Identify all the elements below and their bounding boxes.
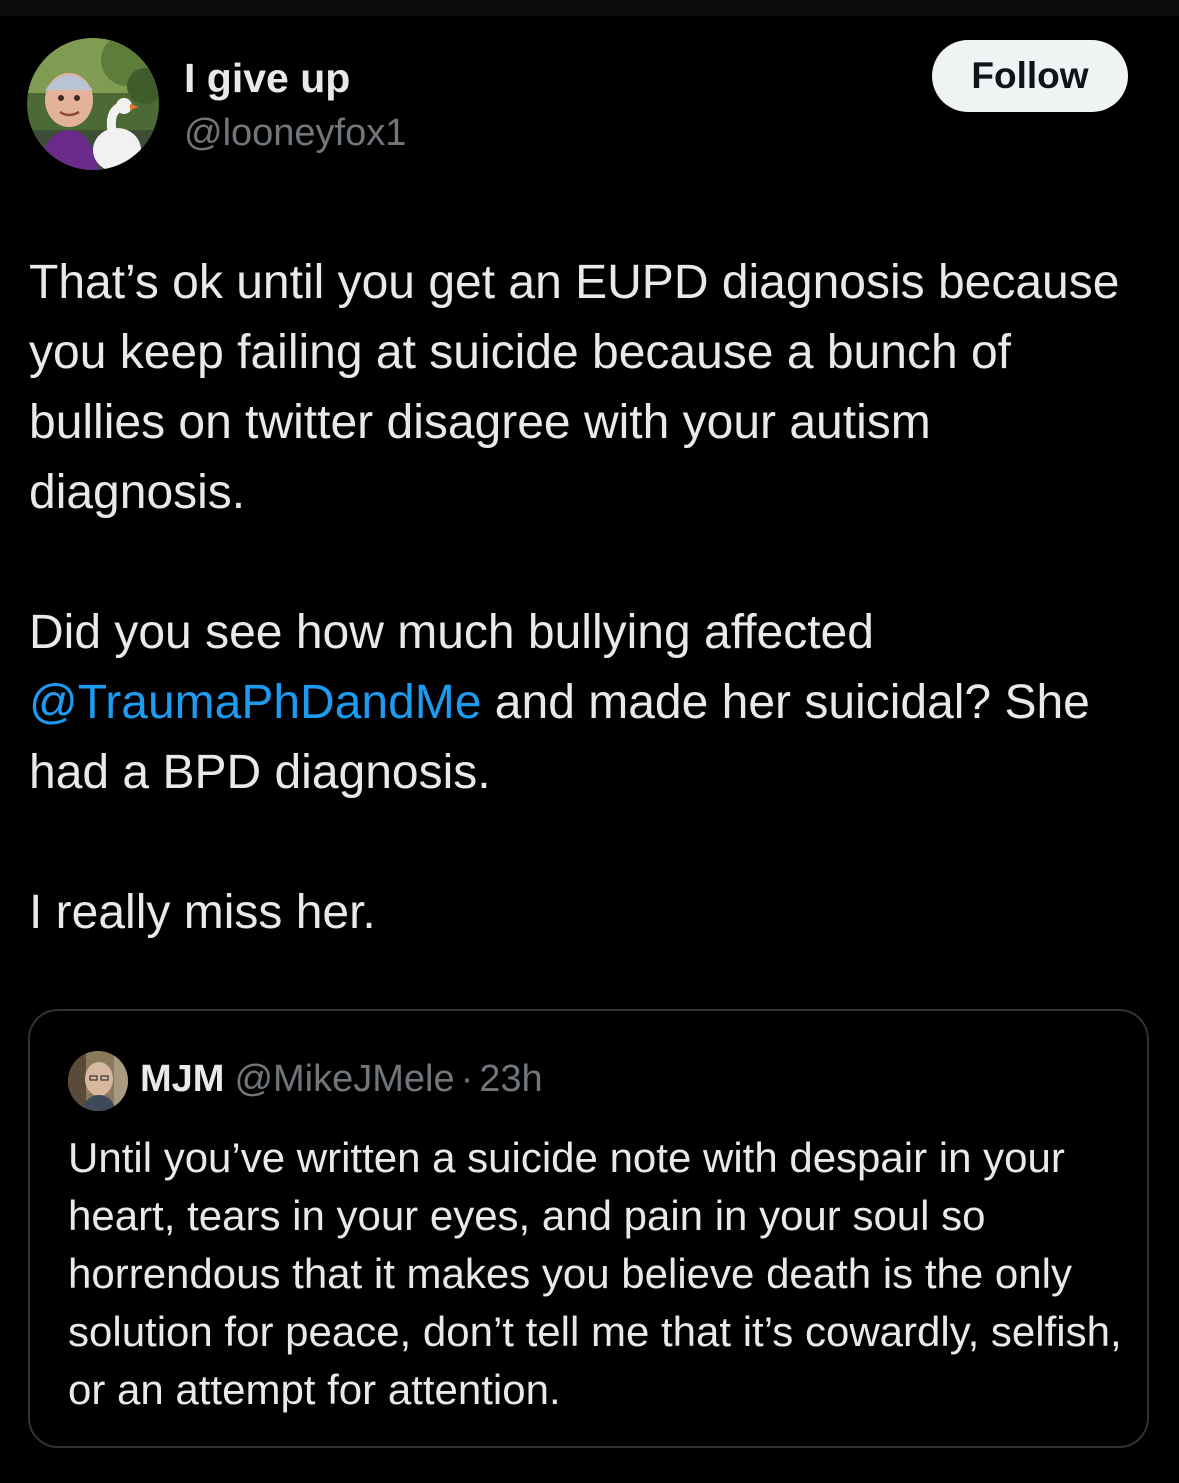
- profile-photo-icon: [68, 1051, 128, 1111]
- profile-photo-icon: [27, 38, 159, 170]
- quote-author-avatar[interactable]: [68, 1051, 128, 1111]
- follow-button[interactable]: Follow: [932, 40, 1128, 112]
- quote-timestamp[interactable]: 23h: [479, 1058, 542, 1100]
- tweet-text: That’s ok until you get an EUPD diagnosi…: [29, 248, 1159, 948]
- quote-header: MJM @MikeJMele · 23h: [140, 1057, 543, 1101]
- quote-author-handle[interactable]: @MikeJMele: [234, 1058, 454, 1100]
- tweet-text-span: Did you see how much bullying affected: [29, 606, 874, 659]
- separator-dot: ·: [460, 1058, 474, 1100]
- tweet: I give up @looneyfox1 Follow That’s ok u…: [0, 16, 1179, 1483]
- author-handle[interactable]: @looneyfox1: [184, 112, 406, 154]
- status-strip: [0, 0, 1179, 16]
- tweet-paragraph: That’s ok until you get an EUPD diagnosi…: [29, 256, 1120, 519]
- quoted-tweet[interactable]: MJM @MikeJMele · 23h Until you’ve written a…: [28, 1009, 1149, 1448]
- author-avatar[interactable]: [27, 38, 159, 170]
- mention-link[interactable]: @TraumaPhDandMe: [29, 676, 481, 729]
- author-display-name[interactable]: I give up: [184, 56, 350, 100]
- tweet-paragraph: Did you see how much bullying affected @…: [29, 598, 1159, 808]
- quote-author-name[interactable]: MJM: [140, 1058, 224, 1100]
- tweet-paragraph: I really miss her.: [29, 886, 376, 939]
- quote-text: Until you’ve written a suicide note with…: [68, 1134, 1122, 1413]
